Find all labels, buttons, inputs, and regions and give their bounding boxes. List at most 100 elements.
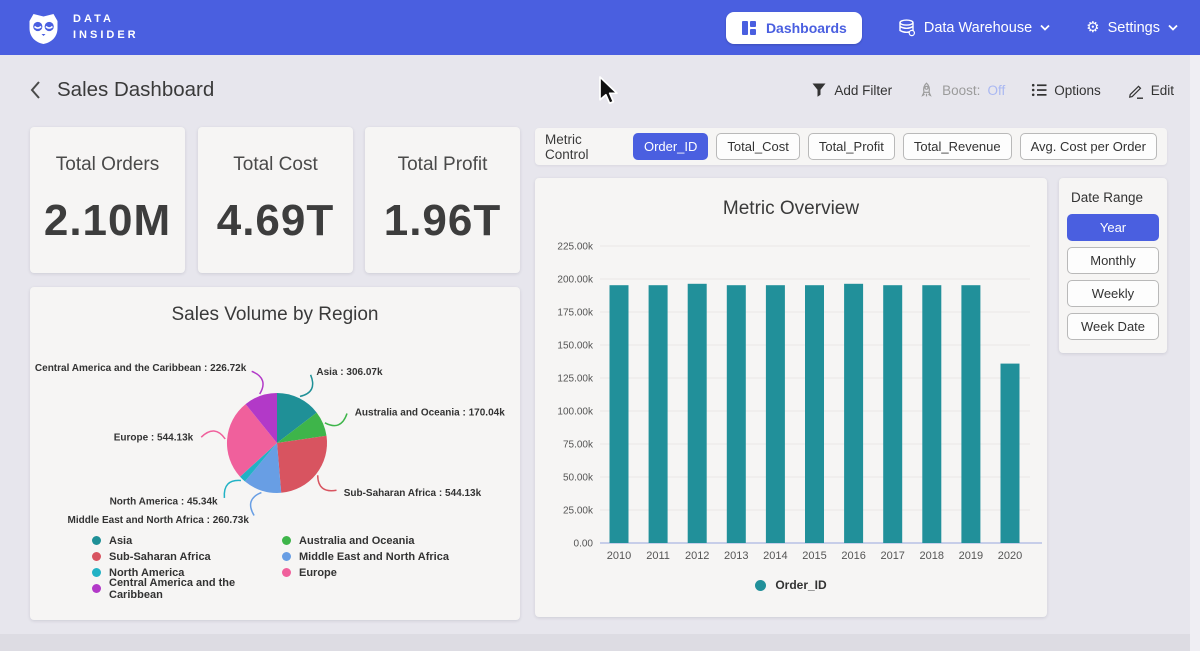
bar	[1001, 364, 1020, 543]
x-tick-label: 2019	[959, 550, 983, 562]
brand-logo[interactable]: DATA INSIDER	[26, 11, 139, 45]
app-root: DATA INSIDER Dashboards	[0, 0, 1200, 651]
pie-slice-label: Australia and Oceania : 170.04k	[355, 407, 506, 418]
date-range-label: Date Range	[1071, 190, 1159, 205]
metric-option-total-cost[interactable]: Total_Cost	[716, 133, 799, 160]
bar	[922, 285, 941, 543]
nav-data-warehouse-label: Data Warehouse	[924, 20, 1032, 36]
pie-legend-item[interactable]: Europe	[282, 566, 449, 579]
pie-label-line	[325, 414, 347, 426]
rocket-icon	[918, 82, 935, 98]
y-tick-label: 50.00k	[563, 473, 594, 484]
kpi-label: Total Profit	[398, 154, 488, 176]
boost-label: Boost:	[942, 83, 980, 98]
add-filter-label: Add Filter	[834, 83, 892, 98]
bar	[961, 285, 980, 543]
page-header: Sales Dashboard Add Filter Boost: Off	[0, 55, 1200, 125]
bar	[649, 285, 668, 543]
date-range-option-monthly[interactable]: Monthly	[1067, 247, 1159, 274]
pie-legend-item[interactable]: Central America and the Caribbean	[92, 582, 282, 595]
pie-chart: Asia : 306.07k Australia and Oceania : 17…	[30, 327, 520, 562]
nav-dashboards-label: Dashboards	[766, 20, 847, 36]
options-button[interactable]: Options	[1031, 82, 1101, 98]
y-tick-label: 100.00k	[557, 407, 594, 418]
legend-dot-icon	[92, 584, 101, 593]
bar-chart-card: Metric Overview 0.0025.00k50.00k75.00k10…	[535, 178, 1047, 617]
pencil-icon	[1127, 82, 1144, 99]
bar-legend-item[interactable]: Order_ID	[535, 578, 1047, 592]
date-range-option-weekly[interactable]: Weekly	[1067, 280, 1159, 307]
x-tick-label: 2020	[998, 550, 1022, 562]
owl-logo-icon	[26, 11, 61, 45]
bar-legend-dot-icon	[755, 580, 766, 591]
pie-legend-item[interactable]: Middle East and North Africa	[282, 550, 449, 563]
nav-menu: Dashboards Data Warehouse ⚙	[726, 12, 1178, 44]
bar	[688, 284, 707, 543]
nav-dashboards-button[interactable]: Dashboards	[726, 12, 862, 44]
database-icon	[898, 19, 916, 37]
metric-option-avg-cost-per-order[interactable]: Avg. Cost per Order	[1020, 133, 1157, 160]
nav-data-warehouse[interactable]: Data Warehouse	[898, 19, 1050, 37]
header-actions: Add Filter Boost: Off	[811, 82, 1174, 99]
legend-dot-icon	[92, 536, 101, 545]
nav-settings-label: Settings	[1108, 20, 1160, 36]
legend-label: Sub-Saharan Africa	[109, 551, 211, 563]
pie-legend-item[interactable]: Asia	[92, 534, 282, 547]
date-range-option-week-date[interactable]: Week Date	[1067, 313, 1159, 340]
back-button[interactable]	[28, 79, 43, 101]
bar	[610, 285, 629, 543]
x-tick-label: 2016	[841, 550, 865, 562]
bar	[727, 285, 746, 543]
x-tick-label: 2013	[724, 550, 748, 562]
pie-chart-title: Sales Volume by Region	[30, 304, 520, 326]
edit-button[interactable]: Edit	[1127, 82, 1174, 99]
pie-slice-label: Asia : 306.07k	[316, 367, 383, 378]
metric-option-total-revenue[interactable]: Total_Revenue	[903, 133, 1012, 160]
scrollbar-track[interactable]	[1190, 55, 1200, 651]
bar	[766, 285, 785, 543]
date-range-option-year[interactable]: Year	[1067, 214, 1159, 241]
metric-control-bar: Metric Control Order_IDTotal_CostTotal_P…	[535, 128, 1167, 165]
top-nav: DATA INSIDER Dashboards	[0, 0, 1200, 55]
page-title: Sales Dashboard	[57, 78, 214, 102]
metric-option-total-profit[interactable]: Total_Profit	[808, 133, 895, 160]
kpi-card-total-orders: Total Orders 2.10M	[30, 127, 185, 273]
pie-slice-label: Europe : 544.13k	[114, 432, 194, 443]
metric-options: Order_ID Total_Cost Total_Profit Total_Reve…	[633, 133, 1157, 160]
pie-slice-label: Middle East and North Africa : 260.73k	[68, 515, 250, 526]
brand-text: DATA INSIDER	[73, 12, 139, 44]
legend-dot-icon	[282, 552, 291, 561]
pie-legend-item[interactable]: Australia and Oceania	[282, 534, 449, 547]
kpi-card-total-cost: Total Cost 4.69T	[198, 127, 353, 273]
kpi-value: 2.10M	[44, 196, 171, 246]
pie-label-line	[252, 371, 263, 394]
boost-toggle[interactable]: Boost: Off	[918, 82, 1005, 98]
legend-label: Europe	[299, 567, 337, 579]
legend-dot-icon	[282, 568, 291, 577]
y-tick-label: 75.00k	[563, 440, 594, 451]
boost-value: Off	[987, 83, 1005, 98]
filter-funnel-icon	[811, 82, 827, 98]
kpi-label: Total Orders	[56, 154, 159, 176]
legend-dot-icon	[92, 552, 101, 561]
edit-label: Edit	[1151, 83, 1174, 98]
dashboard-grid-icon	[741, 20, 757, 36]
x-tick-label: 2012	[685, 550, 709, 562]
x-tick-label: 2014	[763, 550, 787, 562]
legend-label: Middle East and North Africa	[299, 551, 449, 563]
bottom-strip	[0, 634, 1200, 651]
y-tick-label: 225.00k	[557, 242, 594, 253]
options-label: Options	[1054, 83, 1101, 98]
add-filter-button[interactable]: Add Filter	[811, 82, 892, 98]
nav-settings[interactable]: ⚙ Settings	[1086, 20, 1178, 36]
bar	[844, 284, 863, 543]
y-tick-label: 200.00k	[557, 275, 594, 286]
bar	[805, 285, 824, 543]
x-tick-label: 2010	[607, 550, 631, 562]
metric-option-order-id[interactable]: Order_ID	[633, 133, 708, 160]
pie-slice-label: Sub-Saharan Africa : 544.13k	[344, 488, 482, 499]
kpi-label: Total Cost	[233, 154, 317, 176]
pie-legend-item[interactable]: Sub-Saharan Africa	[92, 550, 282, 563]
legend-label: Central America and the Caribbean	[109, 577, 282, 601]
x-tick-label: 2018	[920, 550, 944, 562]
